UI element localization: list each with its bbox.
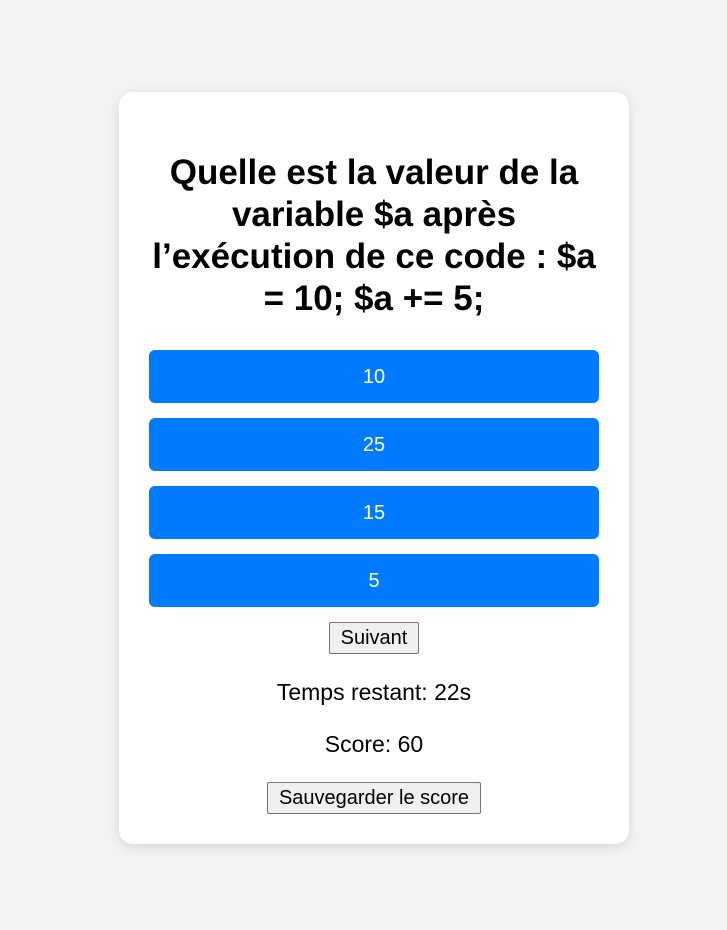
save-score-button[interactable]: Sauvegarder le score [266,782,482,814]
score-text: Score: 60 [324,731,424,757]
answer-list: 10 25 15 5 [149,350,599,607]
quiz-card: Quelle est la valeur de la variable $a a… [119,92,629,844]
question-text: Quelle est la valeur de la variable $a a… [152,153,596,318]
next-button[interactable]: Suivant [328,622,420,654]
answer-button-2[interactable]: 25 [149,418,599,471]
answer-button-1[interactable]: 10 [149,350,599,403]
answer-button-3[interactable]: 15 [149,486,599,539]
timer-text: Temps restant: 22s [276,679,472,705]
answer-button-4[interactable]: 5 [149,554,599,607]
